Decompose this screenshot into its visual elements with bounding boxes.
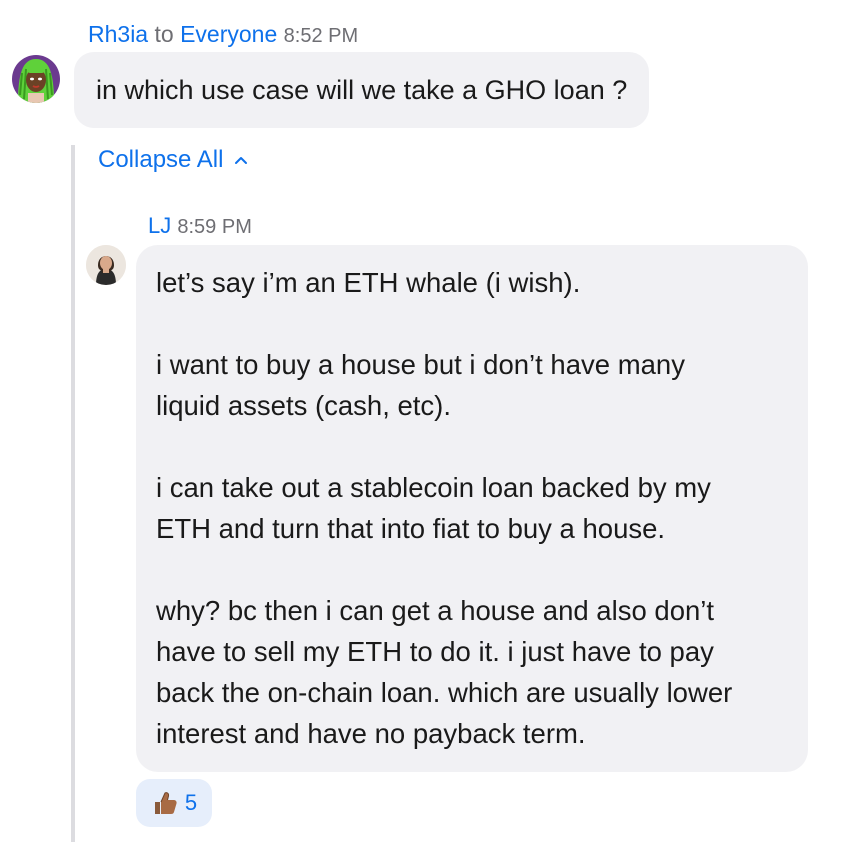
message-text: in which use case will we take a GHO loa… [96,74,628,105]
chat-view: Rh3ia to Everyone 8:52 PM in which use c… [0,0,868,842]
recipient-name[interactable]: Everyone [180,21,277,47]
message-time: 8:52 PM [283,25,359,47]
reaction-count: 5 [184,790,198,815]
collapse-all-button[interactable]: Collapse All [98,146,249,174]
user-avatar-icon[interactable] [12,55,60,103]
chevron-up-icon [235,157,248,164]
reply-paragraph: why? bc then i can get a house and also … [156,595,733,749]
reply-paragraph: let’s say i’m an ETH whale (i wish). [156,267,581,298]
reaction-button[interactable]: 5 [136,779,212,827]
sender-name[interactable]: Rh3ia [88,21,148,47]
message-header: Rh3ia to Everyone 8:52 PM [88,20,358,50]
to-label: to [154,21,174,47]
thread-line [71,145,75,842]
reply-time: 8:59 PM [177,216,252,238]
collapse-all-label: Collapse All [98,146,224,173]
thumbs-up-icon [154,792,177,814]
reply-bubble: let’s say i’m an ETH whale (i wish). i w… [136,245,808,772]
reply-paragraph: i can take out a stablecoin loan backed … [156,472,711,544]
reply-sender-name[interactable]: LJ [148,213,171,238]
reply-header: LJ 8:59 PM [148,213,252,239]
reply-paragraph: i want to buy a house but i don’t have m… [156,349,685,421]
message-bubble: in which use case will we take a GHO loa… [74,52,650,128]
reply-avatar-icon[interactable] [86,245,126,285]
